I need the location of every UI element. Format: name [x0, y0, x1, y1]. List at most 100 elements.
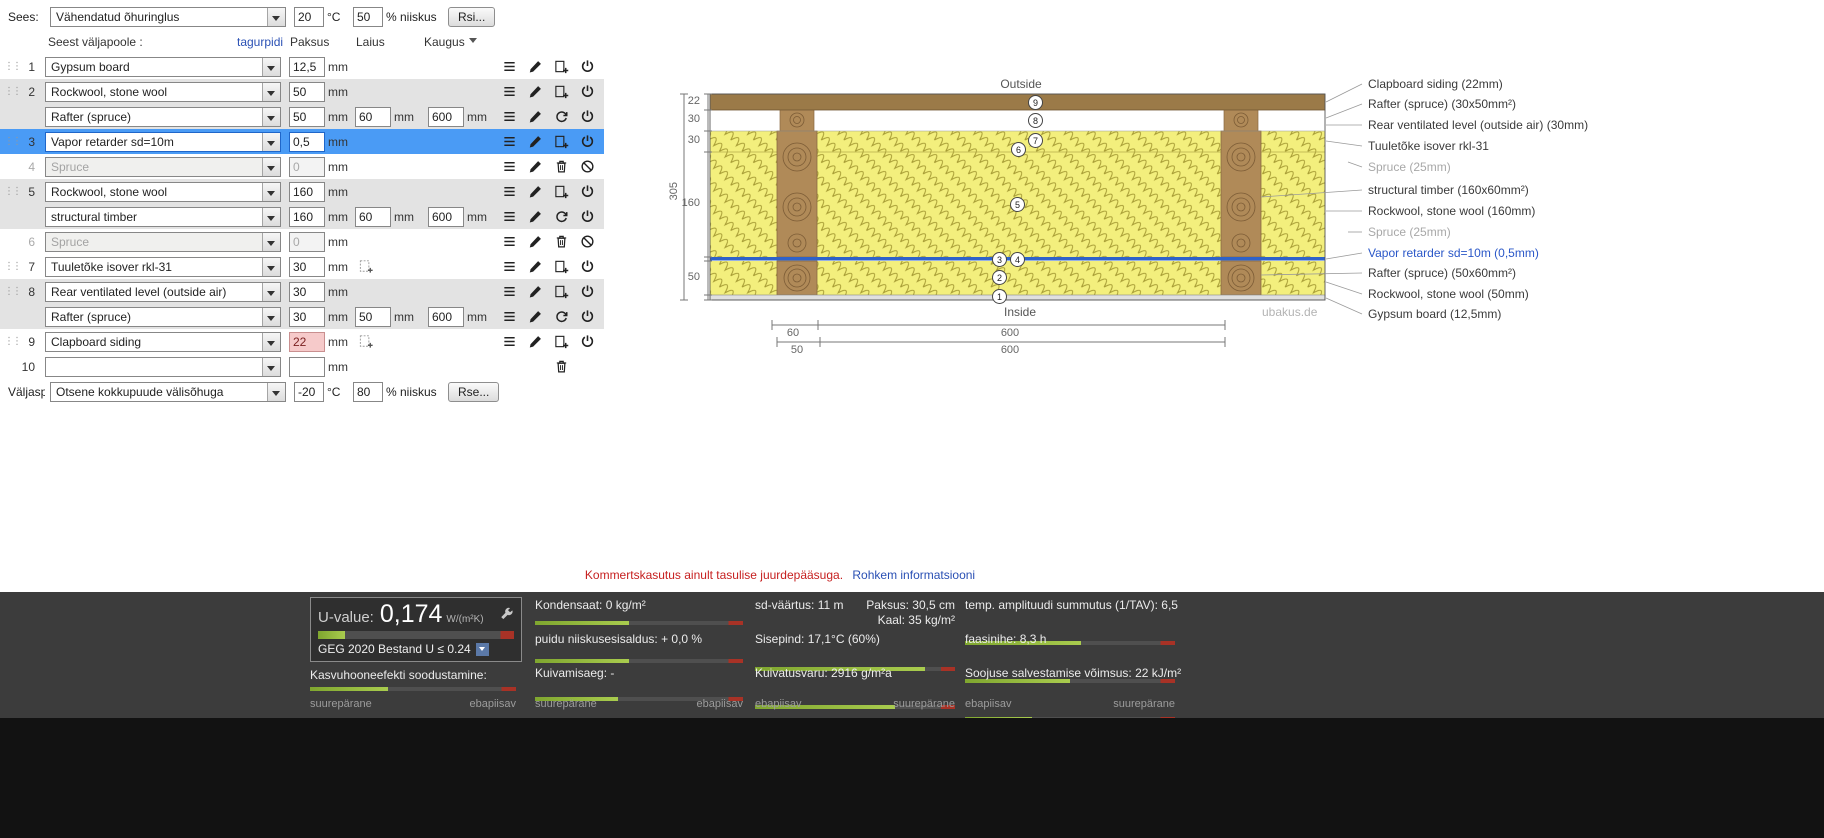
material-select[interactable]: Rear ventilated level (outside air) [45, 282, 281, 302]
menu-icon[interactable] [496, 58, 522, 76]
rse-button[interactable]: Rse... [448, 382, 499, 402]
drag-handle-icon[interactable]: ⋮⋮ [0, 337, 14, 347]
toggle-layer-icon[interactable] [574, 258, 600, 276]
trash-icon[interactable] [548, 158, 574, 176]
material-select[interactable]: Clapboard siding [45, 332, 281, 352]
edit-icon[interactable] [522, 258, 548, 276]
col-distance[interactable]: Kaugus [424, 35, 477, 49]
inside-environment-value: Vähendatud õhuringlus [56, 10, 179, 24]
material-select[interactable]: structural timber [45, 207, 281, 227]
menu-icon[interactable] [496, 108, 522, 126]
inside-environment-select[interactable]: Vähendatud õhuringlus [50, 7, 286, 27]
reverse-link[interactable]: tagurpidi [237, 35, 283, 49]
add-layer-icon[interactable] [548, 133, 574, 151]
inside-humidity-input[interactable] [353, 7, 383, 27]
material-select[interactable]: Tuuletõke isover rkl-31 [45, 257, 281, 277]
add-layer-icon[interactable] [548, 83, 574, 101]
edit-icon[interactable] [522, 108, 548, 126]
distance-input[interactable] [428, 307, 464, 327]
rsi-button[interactable]: Rsi... [448, 7, 495, 27]
rotate-icon[interactable] [548, 308, 574, 326]
menu-icon[interactable] [496, 233, 522, 251]
add-layer-icon[interactable] [548, 58, 574, 76]
thickness-input[interactable] [289, 357, 325, 377]
drag-handle-icon[interactable]: ⋮⋮ [0, 262, 14, 272]
thickness-input[interactable] [289, 132, 325, 152]
thickness-input[interactable] [289, 207, 325, 227]
edit-icon[interactable] [522, 133, 548, 151]
material-select[interactable]: Rockwool, stone wool [45, 82, 281, 102]
outside-environment-select[interactable]: Otsene kokkupuude välisõhuga [50, 382, 286, 402]
geg-dropdown-caret-icon[interactable] [476, 643, 489, 656]
menu-icon[interactable] [496, 208, 522, 226]
wrench-icon[interactable] [499, 606, 514, 624]
drag-handle-icon[interactable]: ⋮⋮ [0, 187, 14, 197]
rotate-icon[interactable] [548, 108, 574, 126]
material-select[interactable]: Rafter (spruce) [45, 307, 281, 327]
width-input[interactable] [355, 107, 391, 127]
toggle-layer-icon[interactable] [574, 333, 600, 351]
width-input[interactable] [355, 207, 391, 227]
toggle-layer-icon[interactable] [574, 283, 600, 301]
thickness-input[interactable] [289, 257, 325, 277]
edit-icon[interactable] [522, 183, 548, 201]
material-select[interactable] [45, 357, 281, 377]
thickness-input[interactable] [289, 282, 325, 302]
add-layer-icon[interactable] [548, 333, 574, 351]
material-select[interactable]: Rockwool, stone wool [45, 182, 281, 202]
menu-icon[interactable] [496, 133, 522, 151]
dim-50-rafter: 50 [782, 344, 812, 356]
drag-handle-icon[interactable]: ⋮⋮ [0, 137, 14, 147]
material-select[interactable]: Gypsum board [45, 57, 281, 77]
toggle-layer-icon[interactable] [574, 58, 600, 76]
menu-icon[interactable] [496, 308, 522, 326]
thickness-input[interactable] [289, 307, 325, 327]
inside-temperature-input[interactable] [294, 7, 324, 27]
distance-input[interactable] [428, 207, 464, 227]
outside-temperature-input[interactable] [294, 382, 324, 402]
toggle-layer-icon[interactable] [574, 108, 600, 126]
thickness-input[interactable] [289, 57, 325, 77]
rotate-icon[interactable] [548, 208, 574, 226]
paste-layer-icon[interactable] [358, 258, 378, 276]
edit-icon[interactable] [522, 83, 548, 101]
drag-handle-icon[interactable]: ⋮⋮ [0, 87, 14, 97]
drag-handle-icon[interactable]: ⋮⋮ [0, 62, 14, 72]
thickness-input[interactable] [289, 82, 325, 102]
toggle-layer-icon[interactable] [574, 208, 600, 226]
toggle-layer-icon[interactable] [574, 83, 600, 101]
add-layer-icon[interactable] [548, 258, 574, 276]
edit-icon[interactable] [522, 233, 548, 251]
edit-icon[interactable] [522, 208, 548, 226]
menu-icon[interactable] [496, 83, 522, 101]
add-layer-icon[interactable] [548, 283, 574, 301]
outside-humidity-input[interactable] [353, 382, 383, 402]
menu-icon[interactable] [496, 333, 522, 351]
menu-icon[interactable] [496, 283, 522, 301]
add-layer-icon[interactable] [548, 183, 574, 201]
trash-icon[interactable] [548, 358, 574, 376]
trash-icon[interactable] [548, 233, 574, 251]
menu-icon[interactable] [496, 183, 522, 201]
menu-icon[interactable] [496, 258, 522, 276]
toggle-layer-icon[interactable] [574, 183, 600, 201]
edit-icon[interactable] [522, 158, 548, 176]
thickness-input[interactable] [289, 107, 325, 127]
thickness-input-warning[interactable] [289, 332, 325, 352]
edit-icon[interactable] [522, 308, 548, 326]
paste-layer-icon[interactable] [358, 333, 378, 351]
toggle-layer-icon[interactable] [574, 308, 600, 326]
thickness-input[interactable] [289, 182, 325, 202]
material-select[interactable]: Vapor retarder sd=10m [45, 132, 281, 152]
drag-handle-icon[interactable]: ⋮⋮ [0, 287, 14, 297]
width-input[interactable] [355, 307, 391, 327]
distance-input[interactable] [428, 107, 464, 127]
menu-icon[interactable] [496, 158, 522, 176]
results-panel: U-value: 0,174 W/(m²K) GEG 2020 Bestand … [0, 592, 1824, 718]
edit-icon[interactable] [522, 333, 548, 351]
material-select[interactable]: Rafter (spruce) [45, 107, 281, 127]
toggle-layer-icon[interactable] [574, 133, 600, 151]
edit-icon[interactable] [522, 58, 548, 76]
more-info-link[interactable]: Rohkem informatsiooni [852, 568, 975, 582]
edit-icon[interactable] [522, 283, 548, 301]
